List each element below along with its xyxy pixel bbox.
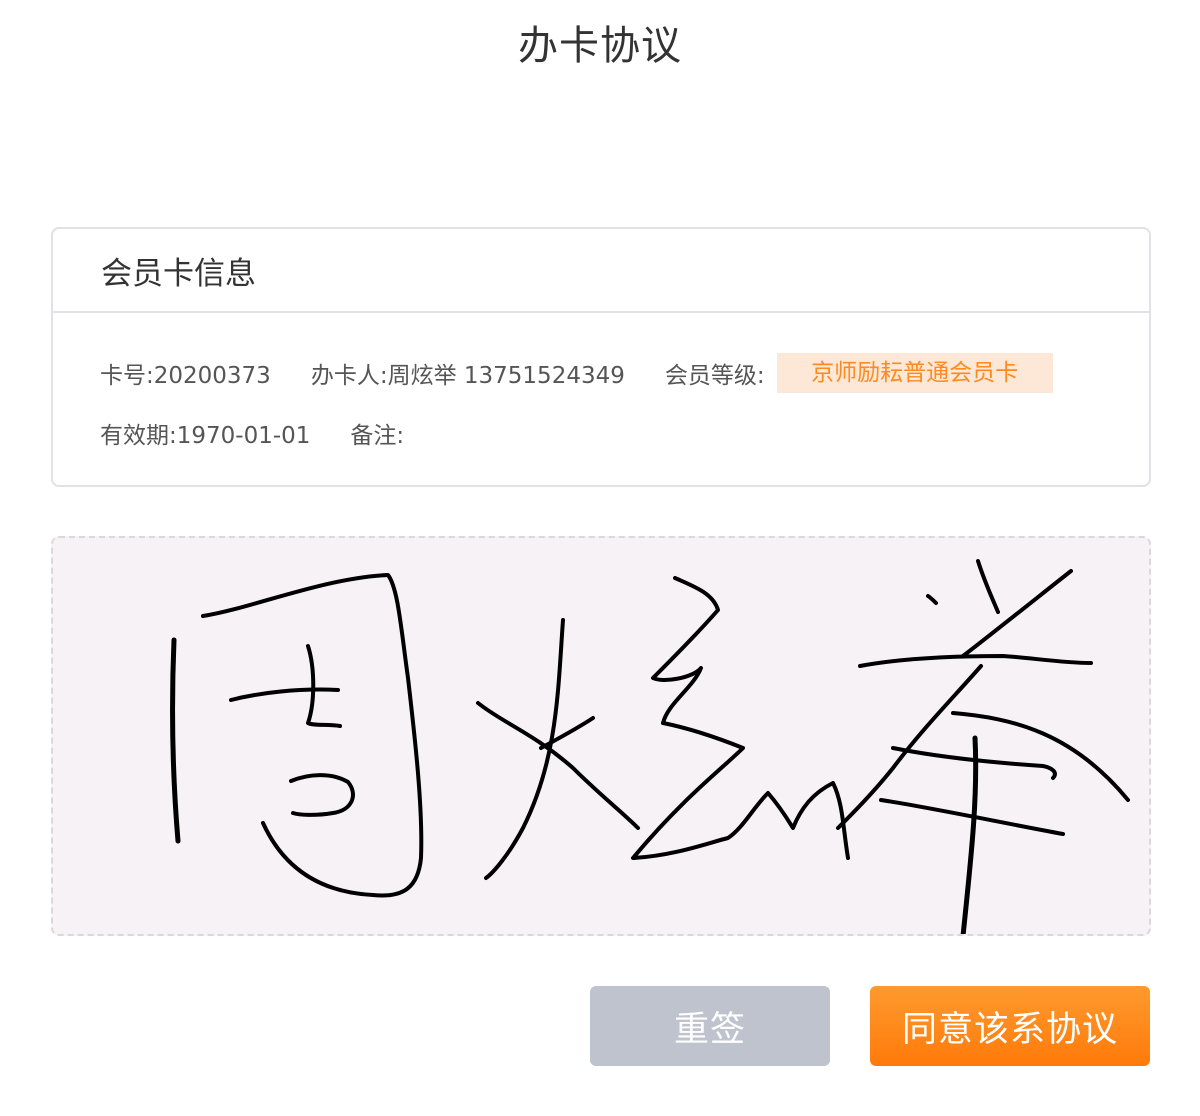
- agree-button[interactable]: 同意该系协议: [870, 986, 1150, 1066]
- page-title: 办卡协议: [518, 23, 682, 69]
- card-header: 会员卡信息: [53, 229, 1149, 313]
- handwritten-signature: [170, 559, 1130, 934]
- member-card-info-panel: 会员卡信息 卡号:20200373 办卡人:周炫举 13751524349 会员…: [51, 227, 1151, 487]
- card-body: 卡号:20200373 办卡人:周炫举 13751524349 会员等级: 京师…: [53, 353, 1149, 453]
- info-row-1: 卡号:20200373 办卡人:周炫举 13751524349 会员等级: 京师…: [100, 353, 1149, 393]
- member-level-label: 会员等级:: [664, 363, 765, 389]
- member-level-badge: 京师励耘普通会员卡: [776, 353, 1053, 393]
- card-holder: 办卡人:周炫举 13751524349: [310, 363, 625, 389]
- validity-date: 有效期:1970-01-01: [100, 423, 311, 449]
- card-number: 卡号:20200373: [100, 363, 271, 389]
- remark: 备注:: [350, 423, 405, 449]
- card-title: 会员卡信息: [101, 255, 256, 292]
- signature-pad[interactable]: [51, 536, 1151, 936]
- resign-button[interactable]: 重签: [590, 986, 830, 1066]
- info-row-2: 有效期:1970-01-01 备注:: [100, 413, 1149, 453]
